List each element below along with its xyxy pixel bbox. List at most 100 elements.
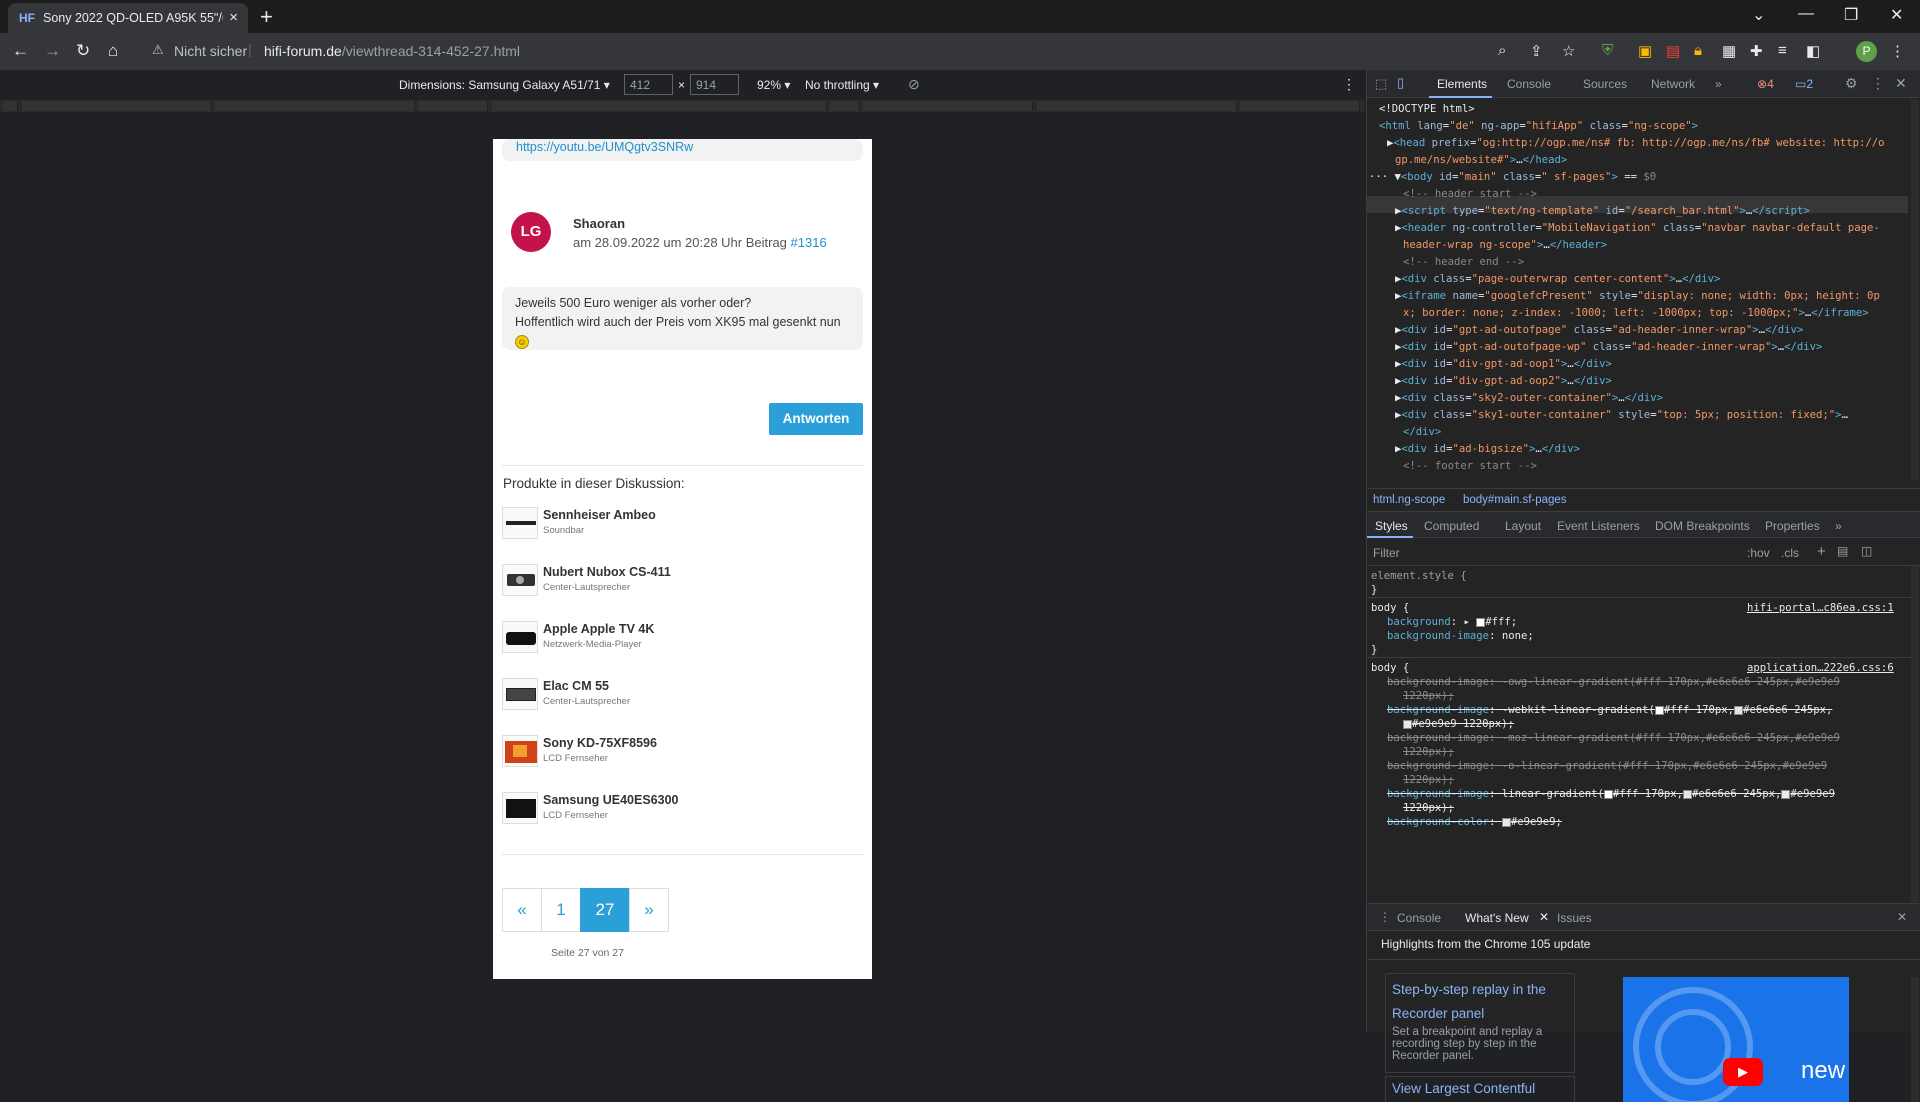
feature-card[interactable]: View Largest Contentful (1385, 1076, 1575, 1102)
back-icon[interactable]: ← (12, 41, 29, 61)
promo-video-thumbnail[interactable]: ▶ new (1623, 977, 1849, 1102)
extension-icon[interactable]: ▦ (1722, 42, 1736, 60)
tab-layout[interactable]: Layout (1505, 519, 1541, 533)
drawer-tab-console[interactable]: Console (1397, 911, 1441, 925)
media-query-segment[interactable] (492, 101, 827, 111)
breadcrumb-body[interactable]: body#main.sf-pages (1463, 494, 1567, 506)
devtools-close-icon[interactable]: ✕ (1895, 75, 1907, 92)
tab-computed[interactable]: Computed (1424, 519, 1479, 533)
css-declaration-overridden[interactable]: background-image: -webkit-linear-gradien… (1387, 703, 1832, 717)
product-name[interactable]: Apple Apple TV 4K (543, 622, 654, 636)
css-declaration-overridden[interactable]: background-color: #e9e9e9; (1387, 815, 1562, 829)
dom-node-line[interactable]: <!-- header end --> (1403, 254, 1524, 271)
tab-properties[interactable]: Properties (1765, 519, 1820, 533)
media-query-bar[interactable] (0, 100, 1365, 112)
extension-icon[interactable]: ▤ (1666, 42, 1680, 60)
product-name[interactable]: Elac CM 55 (543, 679, 609, 693)
dom-node-line[interactable]: ▶<div class="sky2-outer-container">…</di… (1395, 390, 1663, 407)
home-icon[interactable]: ⌂ (108, 41, 118, 61)
minimize-icon[interactable]: — (1798, 5, 1814, 23)
more-tabs-icon[interactable]: » (1715, 77, 1722, 91)
tab-dom-breakpoints[interactable]: DOM Breakpoints (1655, 519, 1750, 533)
dom-node-line[interactable]: <html lang="de" ng-app="hifiApp" class="… (1379, 118, 1698, 135)
dom-node-line[interactable]: header-wrap ng-scope">…</header> (1403, 237, 1607, 254)
hov-toggle[interactable]: :hov (1747, 546, 1770, 560)
message-badge[interactable]: ▭2 (1795, 77, 1813, 91)
media-query-segment[interactable] (418, 101, 488, 111)
menu-kebab-icon[interactable]: ⋮ (1890, 42, 1905, 60)
computed-styles-icon[interactable]: ▤ (1837, 544, 1848, 558)
avatar[interactable]: LG (511, 212, 551, 252)
reply-button[interactable]: Antworten (769, 403, 863, 435)
element-style-selector[interactable]: element.style { (1371, 569, 1467, 583)
pagination-current[interactable]: 27 (580, 888, 630, 932)
share-icon[interactable]: ⇪ (1530, 42, 1543, 60)
dom-node-line[interactable]: ▶<div id="div-gpt-ad-oop2">…</div> (1395, 373, 1612, 390)
pagination-next[interactable]: » (629, 888, 669, 932)
tab-event-listeners[interactable]: Event Listeners (1557, 519, 1640, 533)
more-style-tabs-icon[interactable]: » (1835, 519, 1842, 533)
bookmark-star-icon[interactable]: ☆ (1562, 42, 1575, 60)
settings-gear-icon[interactable]: ⚙ (1845, 75, 1858, 92)
device-dimensions-dropdown[interactable]: Dimensions: Samsung Galaxy A51/71 ▾ (399, 78, 610, 92)
dom-node-line[interactable]: <!-- footer start --> (1403, 458, 1537, 475)
tab-network[interactable]: Network (1651, 77, 1695, 91)
dom-node-line[interactable]: ▶<head prefix="og:http://ogp.me/ns# fb: … (1387, 135, 1885, 152)
product-name[interactable]: Sony KD-75XF8596 (543, 736, 657, 750)
url-text[interactable]: hifi-forum.de/viewthread-314-452-27.html (264, 43, 520, 59)
drawer-tab-whats-new[interactable]: What's New (1465, 911, 1529, 925)
dom-node-line[interactable]: ▶<div class="sky1-outer-container" style… (1395, 407, 1848, 424)
tab-elements[interactable]: Elements (1437, 77, 1487, 91)
dom-node-line[interactable]: <!DOCTYPE html> (1379, 101, 1475, 118)
security-label[interactable]: Nicht sicher (174, 43, 247, 59)
devtools-menu-icon[interactable]: ⋮ (1871, 75, 1885, 92)
extension-icon[interactable]: ▣ (1638, 42, 1652, 60)
media-query-segment[interactable] (863, 101, 1033, 111)
extension-shield-icon[interactable]: ⛨ (1602, 42, 1613, 59)
css-declaration[interactable]: background: ▸ #fff; (1387, 615, 1517, 629)
tab-console[interactable]: Console (1507, 77, 1551, 91)
media-query-segment[interactable] (22, 101, 212, 111)
width-input[interactable]: 412 (624, 74, 673, 95)
inspect-icon[interactable]: ⬚ (1375, 76, 1387, 92)
dom-node-line[interactable]: x; border: none; z-index: -1000; left: -… (1403, 305, 1869, 322)
dom-scrollbar[interactable] (1911, 100, 1919, 480)
add-rule-icon[interactable]: + (1817, 543, 1826, 560)
profile-avatar[interactable]: P (1856, 41, 1877, 62)
pagination-page-1[interactable]: 1 (541, 888, 581, 932)
close-window-icon[interactable]: ✕ (1890, 5, 1903, 25)
body-selector[interactable]: body { (1371, 601, 1409, 615)
drawer-close-icon[interactable]: ✕ (1897, 910, 1907, 924)
css-declaration[interactable]: background-image: none; (1387, 629, 1534, 643)
dom-node-line[interactable]: ▶<iframe name="googlefcPresent" style="d… (1395, 288, 1880, 305)
product-item[interactable]: Sony KD-75XF8596 LCD Fernseher (502, 735, 832, 775)
play-icon[interactable]: ▶ (1723, 1058, 1763, 1086)
dom-tree[interactable]: <!DOCTYPE html> <html lang="de" ng-app="h… (1367, 98, 1920, 488)
restore-icon[interactable]: ❐ (1844, 5, 1858, 25)
dom-node-line[interactable]: ▶<div id="div-gpt-ad-oop1">…</div> (1395, 356, 1612, 373)
warning-icon[interactable]: ⚠ (152, 42, 164, 58)
dom-node-line[interactable]: ▶<header ng-controller="MobileNavigation… (1395, 220, 1880, 237)
media-query-segment[interactable] (1240, 101, 1360, 111)
media-query-segment[interactable] (830, 101, 860, 111)
dom-node-line[interactable]: ▶<div id="gpt-ad-outofpage" class="ad-he… (1395, 322, 1803, 339)
browser-tab[interactable]: HF Sony 2022 QD-OLED A95K 55"/6 × (8, 3, 248, 33)
css-declaration-overridden[interactable]: background-image: -o-linear-gradient(#ff… (1387, 759, 1827, 773)
dom-node-line[interactable]: gp.me/ns/website#">…</head> (1395, 152, 1567, 169)
extensions-puzzle-icon[interactable]: ✚ (1750, 42, 1763, 60)
breadcrumb-html[interactable]: html.ng-scope (1373, 494, 1445, 506)
body-selector[interactable]: body { (1371, 661, 1409, 675)
rotate-icon[interactable]: ⊘ (908, 76, 920, 93)
media-query-segment[interactable] (3, 101, 18, 111)
feature-card-title[interactable]: Step-by-step replay in the Recorder pane… (1392, 978, 1570, 1026)
youtube-link[interactable]: https://youtu.be/UMQgtv3SNRw (516, 140, 693, 154)
forward-icon[interactable]: → (44, 41, 61, 61)
new-tab-button[interactable]: + (260, 4, 273, 30)
stylesheet-link[interactable]: hifi-portal…c86ea.css:1 (1747, 601, 1894, 615)
feature-card-title[interactable]: View Largest Contentful (1392, 1081, 1535, 1096)
product-item[interactable]: Sennheiser Ambeo Soundbar (502, 507, 832, 547)
device-toggle-icon[interactable]: ▯ (1397, 75, 1404, 91)
product-name[interactable]: Nubert Nubox CS-411 (543, 565, 671, 579)
media-query-segment[interactable] (215, 101, 415, 111)
product-item[interactable]: Nubert Nubox CS-411 Center-Lautsprecher (502, 564, 832, 604)
